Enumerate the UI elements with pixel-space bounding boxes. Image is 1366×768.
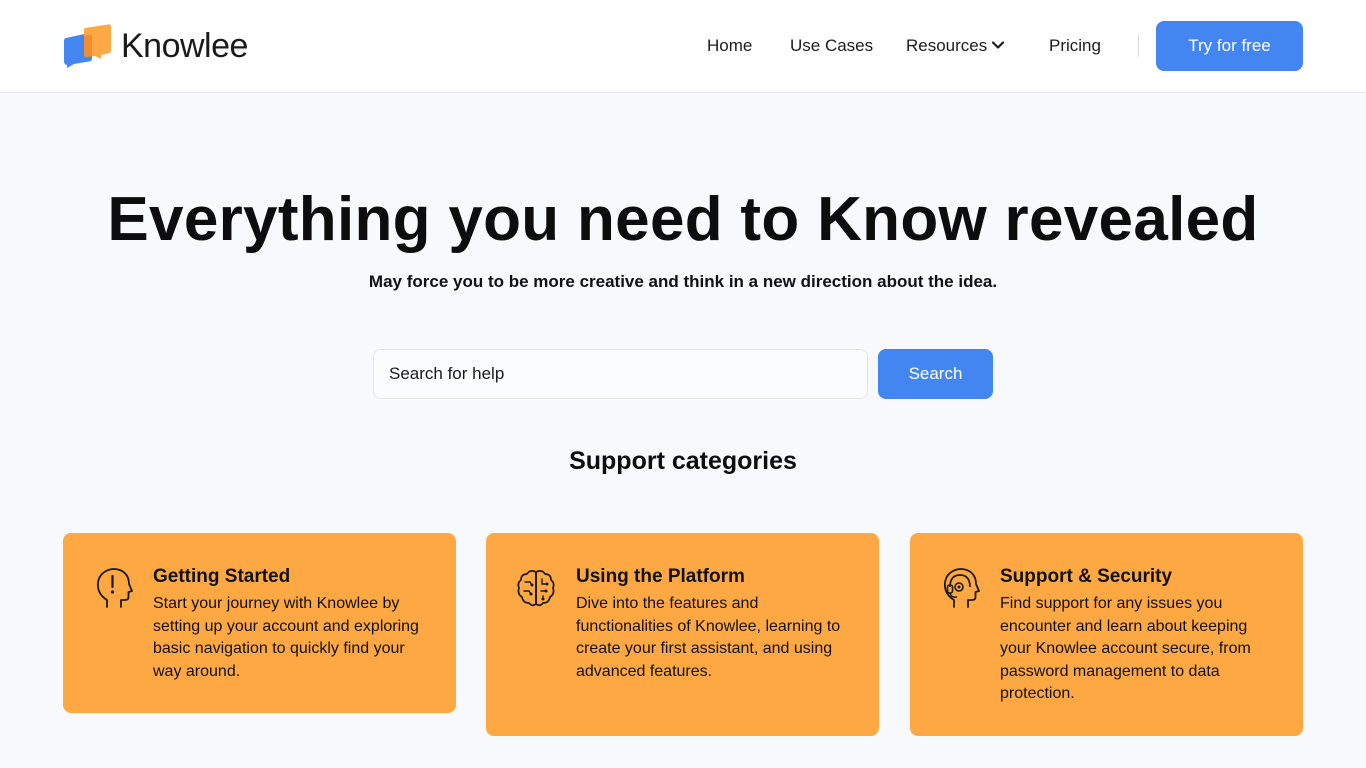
nav-item-use-cases[interactable]: Use Cases (790, 36, 873, 56)
category-card-using-the-platform[interactable]: Using the Platform Dive into the feature… (486, 533, 879, 736)
brand-logo[interactable]: Knowlee (63, 24, 248, 68)
head-headset-icon (944, 568, 980, 608)
brand-name: Knowlee (121, 27, 248, 65)
nav-item-resources[interactable]: Resources (906, 36, 1005, 56)
category-card-support-security[interactable]: Support & Security Find support for any … (910, 533, 1303, 736)
support-categories-title: Support categories (569, 447, 797, 475)
chat-bubbles-logo-icon (64, 24, 111, 68)
category-card-description: Dive into the features and functionaliti… (576, 595, 841, 680)
nav-item-resources-label: Resources (906, 36, 988, 55)
search-button[interactable]: Search (878, 349, 993, 399)
chevron-down-icon (992, 41, 1005, 49)
category-card-title: Getting Started (153, 566, 291, 587)
hero-title: Everything you need to Know revealed (107, 185, 1259, 254)
category-card-description: Start your journey with Knowlee by setti… (153, 595, 419, 680)
category-card-description: Find support for any issues you encounte… (1000, 595, 1251, 702)
head-exclamation-icon (97, 568, 133, 608)
category-card-getting-started[interactable]: Getting Started Start your journey with … (63, 533, 456, 713)
hero-subtitle: May force you to be more creative and th… (368, 272, 998, 291)
category-card-title: Support & Security (1000, 566, 1173, 587)
category-card-title: Using the Platform (576, 566, 745, 587)
search-input[interactable] (373, 349, 868, 399)
site-header: Knowlee Home Use Cases Resources Pricing… (0, 0, 1366, 93)
nav-item-home[interactable]: Home (707, 36, 752, 56)
brain-circuit-icon (517, 570, 555, 607)
nav-divider (1138, 35, 1139, 57)
try-for-free-button[interactable]: Try for free (1156, 21, 1303, 71)
nav-item-pricing[interactable]: Pricing (1049, 36, 1101, 56)
